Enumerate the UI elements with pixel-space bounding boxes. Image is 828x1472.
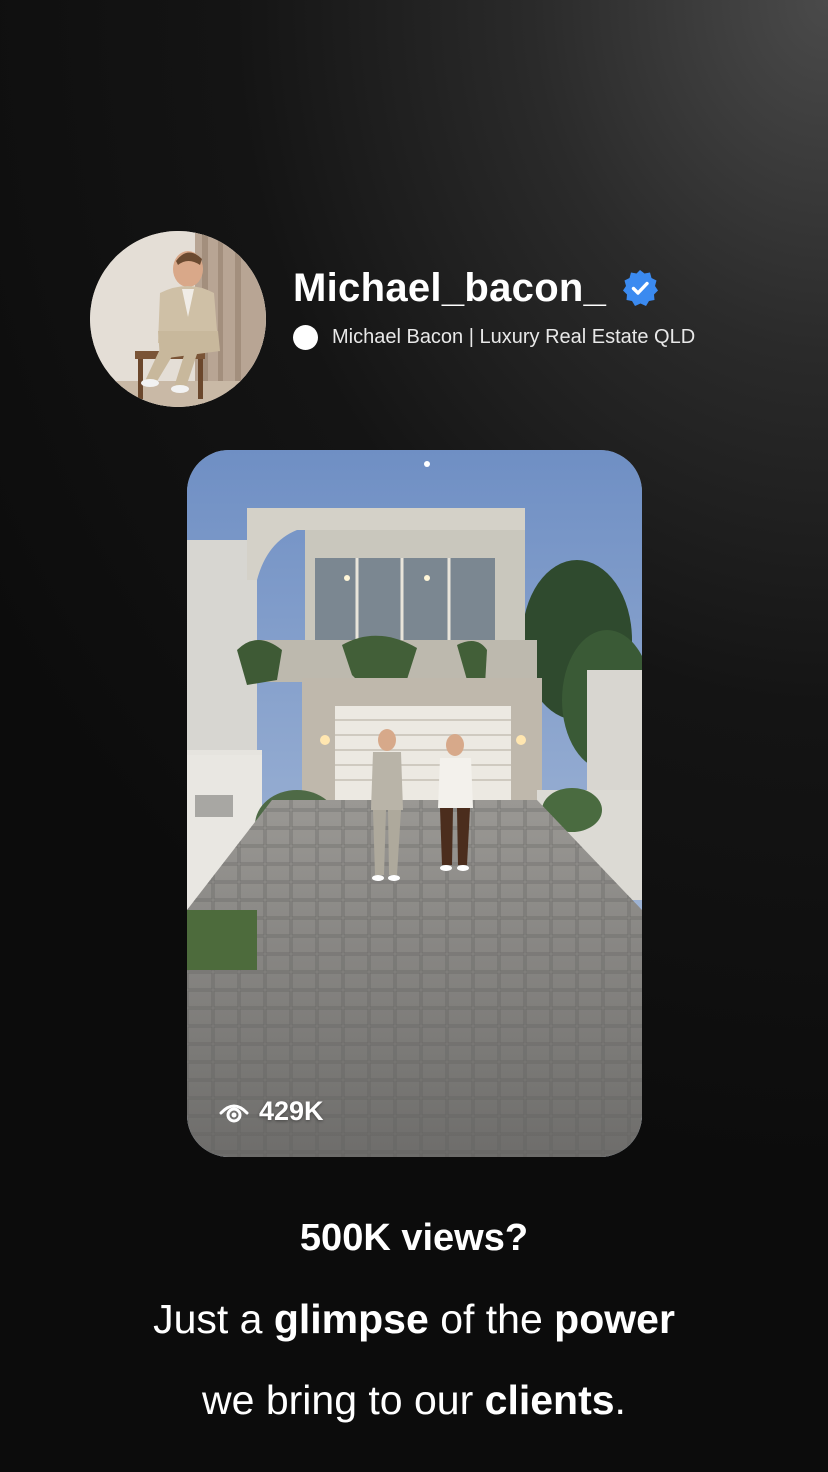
eye-icon	[219, 1100, 249, 1124]
views-badge: 429K	[219, 1096, 324, 1127]
caption-text: Just a	[153, 1296, 274, 1342]
caption-bold-text: glimpse	[273, 1296, 429, 1342]
verified-check-icon	[620, 268, 660, 308]
caption-bold-text: power	[554, 1296, 675, 1342]
caption-text: we bring to our	[202, 1377, 485, 1423]
profile-display-name: Michael Bacon | Luxury Real Estate QLD	[332, 326, 696, 348]
profile-subtitle-row: Michael Bacon | Luxury Real Estate QLD	[293, 323, 695, 351]
caption-line-1: Just a glimpse of the power	[0, 1292, 828, 1346]
caption-text: .	[614, 1377, 626, 1423]
caption-bold-text: clients	[484, 1377, 615, 1423]
caption-line-2: we bring to our clients.	[0, 1373, 828, 1427]
views-count: 429K	[259, 1096, 324, 1126]
video-thumbnail[interactable]: 429K	[187, 450, 642, 1157]
white-dot-icon	[293, 324, 318, 350]
profile-avatar[interactable]	[90, 231, 266, 407]
profile-name-row: Michael_bacon_	[293, 262, 660, 314]
caption-headline: 500K views?	[299, 1217, 529, 1259]
house-photo	[187, 450, 642, 1157]
caption-text: of the	[428, 1296, 555, 1342]
profile-username[interactable]: Michael_bacon_	[293, 262, 606, 314]
avatar-photo	[90, 231, 266, 407]
